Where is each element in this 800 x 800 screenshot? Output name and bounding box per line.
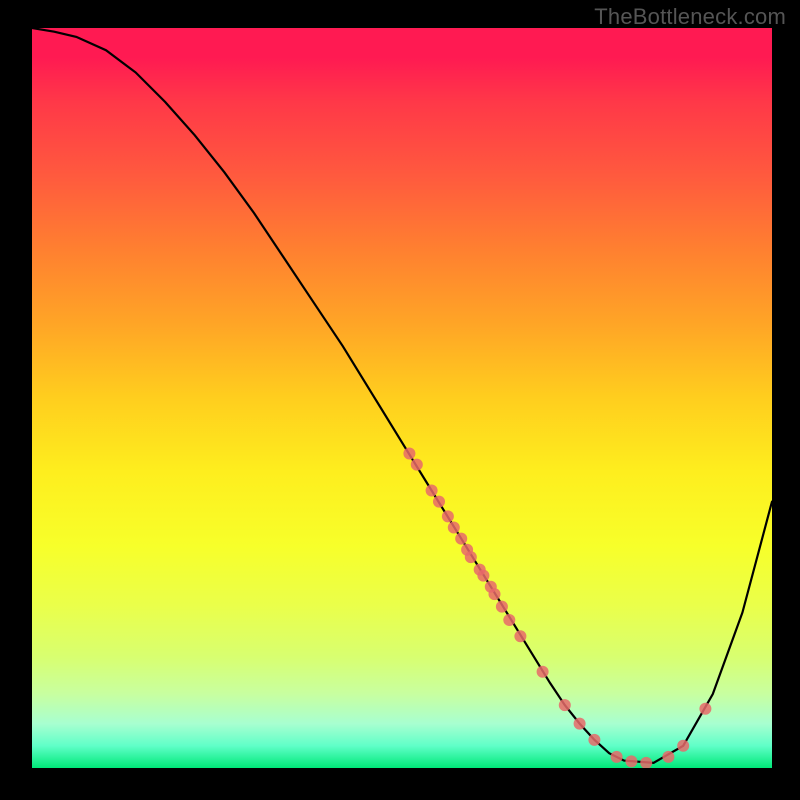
data-point bbox=[489, 588, 501, 600]
data-point bbox=[411, 459, 423, 471]
data-point bbox=[448, 522, 460, 534]
data-points bbox=[403, 448, 711, 769]
data-point bbox=[426, 485, 438, 497]
data-point bbox=[442, 510, 454, 522]
data-point bbox=[677, 740, 689, 752]
data-point bbox=[537, 666, 549, 678]
data-point bbox=[625, 755, 637, 767]
data-point bbox=[640, 757, 652, 768]
data-point bbox=[611, 751, 623, 763]
data-point bbox=[574, 718, 586, 730]
data-point bbox=[514, 630, 526, 642]
data-point bbox=[588, 734, 600, 746]
data-point bbox=[662, 751, 674, 763]
data-point bbox=[455, 533, 467, 545]
watermark-text: TheBottleneck.com bbox=[594, 4, 786, 30]
data-point bbox=[496, 601, 508, 613]
data-point bbox=[433, 496, 445, 508]
chart-svg bbox=[32, 28, 772, 768]
data-point bbox=[465, 551, 477, 563]
plot-area bbox=[32, 28, 772, 768]
bottleneck-curve bbox=[32, 28, 772, 763]
data-point bbox=[403, 448, 415, 460]
data-point bbox=[477, 570, 489, 582]
data-point bbox=[503, 614, 515, 626]
data-point bbox=[699, 703, 711, 715]
data-point bbox=[559, 699, 571, 711]
